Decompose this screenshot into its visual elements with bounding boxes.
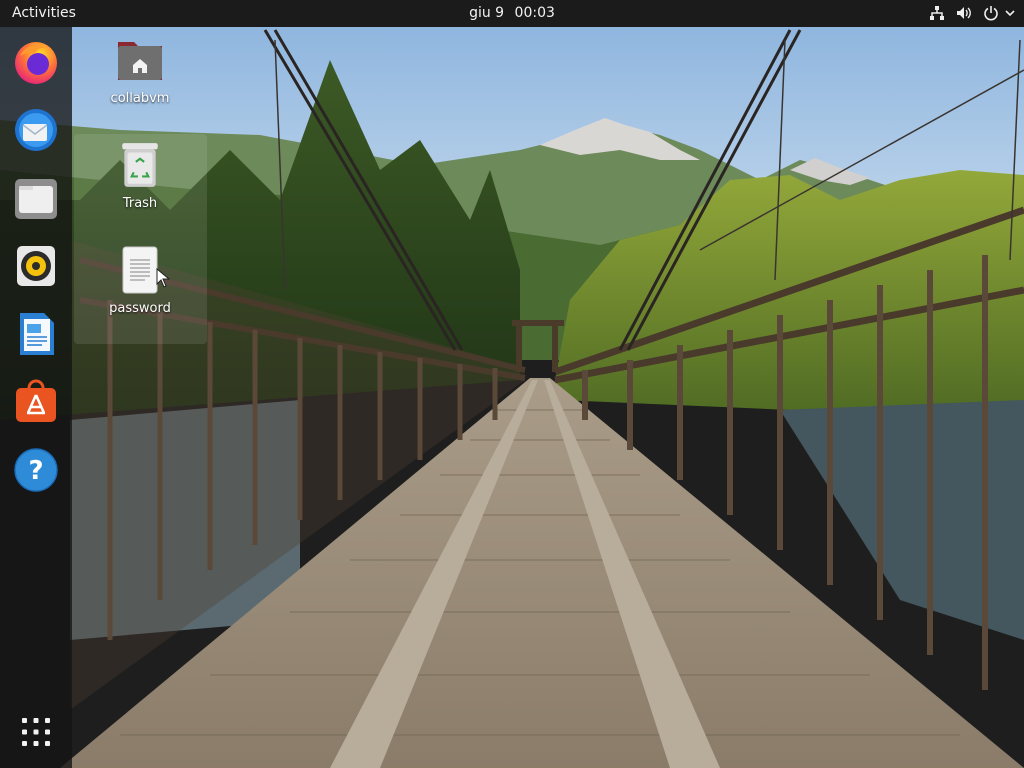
- app-grid-icon: [22, 718, 50, 746]
- dock-item-rhythmbox[interactable]: [10, 240, 62, 292]
- desktop-icon-label: collabvm: [110, 91, 170, 106]
- desktop-icon-trash[interactable]: Trash: [85, 141, 195, 211]
- trash-icon: [122, 143, 158, 187]
- desktop-icon-label: Trash: [122, 196, 158, 211]
- clock-date: giu 9: [469, 5, 505, 21]
- mouse-pointer-icon: [156, 268, 170, 288]
- dock-item-firefox[interactable]: [10, 36, 62, 88]
- help-icon: ?: [14, 448, 58, 492]
- volume-icon[interactable]: [955, 4, 973, 22]
- chevron-down-icon[interactable]: [1004, 4, 1016, 22]
- software-bag-icon: [16, 379, 56, 422]
- dock-item-thunderbird[interactable]: [10, 104, 62, 156]
- folder-icon: [15, 179, 57, 219]
- dock-item-libreoffice-writer[interactable]: [10, 308, 62, 360]
- dock-item-help[interactable]: ?: [10, 444, 62, 496]
- thunderbird-icon: [15, 109, 57, 151]
- document-icon: [20, 313, 54, 355]
- clock-button[interactable]: giu 9 00:03: [0, 5, 1024, 21]
- home-folder-icon: [118, 42, 162, 80]
- power-icon[interactable]: [982, 4, 1000, 22]
- dock: ?: [0, 27, 72, 768]
- network-wired-icon[interactable]: [928, 4, 946, 22]
- firefox-icon: [15, 42, 57, 84]
- desktop-icon-collabvm[interactable]: collabvm: [85, 36, 195, 106]
- clock-time: 00:03: [514, 5, 555, 21]
- speaker-icon: [17, 246, 55, 286]
- dock-item-ubuntu-software[interactable]: [10, 376, 62, 428]
- top-bar: Activities giu 9 00:03: [0, 0, 1024, 27]
- dock-item-files[interactable]: [10, 172, 62, 224]
- system-tray[interactable]: [919, 4, 1016, 22]
- dock-item-show-applications[interactable]: [10, 706, 62, 758]
- desktop-icon-label: password: [109, 301, 171, 316]
- svg-text:?: ?: [28, 456, 43, 486]
- desktop-icon-password[interactable]: password: [85, 246, 195, 316]
